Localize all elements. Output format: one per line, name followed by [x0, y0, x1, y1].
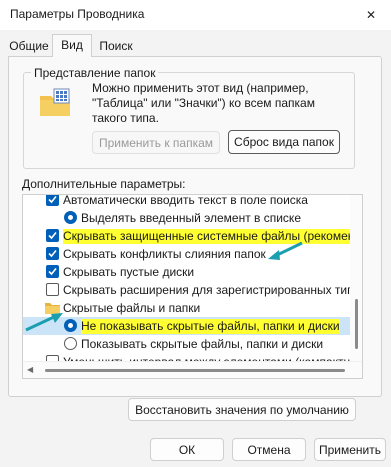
window-title: Параметры Проводника: [10, 7, 145, 21]
cancel-button[interactable]: Отмена: [232, 438, 306, 461]
checkbox-icon[interactable]: [46, 247, 59, 260]
apply-label: Применить: [318, 442, 381, 457]
tree-row-label: Скрытые файлы и папки: [63, 301, 201, 315]
tab-search[interactable]: Поиск: [95, 36, 137, 56]
tree-row-label: Показывать скрытые файлы, папки и диски: [81, 337, 324, 351]
ok-button[interactable]: ОК: [150, 438, 224, 461]
close-button[interactable]: ✕: [351, 0, 391, 30]
apply-to-folders-label: Применить к папкам: [98, 135, 214, 150]
checkbox-icon[interactable]: [46, 229, 59, 242]
close-icon: ✕: [365, 8, 377, 22]
annotation-arrow-icon: [25, 313, 63, 332]
radio-icon[interactable]: [64, 337, 77, 350]
tab-view-label: Вид: [61, 38, 83, 52]
tree-row-dont-show-hidden[interactable]: Не показывать скрытые файлы, папки и дис…: [23, 317, 350, 335]
folder-views-description: Можно применить этот вид (например, "Таб…: [92, 81, 315, 125]
tab-general-label: Общие: [9, 39, 49, 53]
reset-folders-button[interactable]: Сброс вида папок: [228, 130, 340, 154]
radio-icon[interactable]: [64, 211, 77, 224]
tree-row-label: Скрывать конфликты слияния папок: [63, 247, 266, 261]
tree-row-label: Выделять введенный элемент в списке: [81, 211, 301, 225]
scroll-left-arrow-icon[interactable]: ◀: [27, 365, 33, 374]
checkbox-icon[interactable]: [46, 195, 59, 206]
title-bar: Параметры Проводника ✕: [0, 0, 391, 30]
tree-row-label: Автоматически вводить текст в поле поиск…: [63, 194, 308, 207]
tree-row-label: Скрывать защищенные системные файлы (рек…: [63, 229, 355, 244]
apply-button[interactable]: Применить: [314, 438, 386, 461]
folder-views-group-label: Представление папок: [31, 66, 159, 80]
tab-view[interactable]: Вид: [52, 34, 92, 57]
cancel-label: Отмена: [247, 442, 291, 457]
annotation-arrow-icon: [268, 241, 303, 260]
ok-label: ОК: [178, 442, 196, 457]
tree-row-label: Скрывать расширения для зарегистрированн…: [63, 283, 361, 297]
horizontal-scroll-thumb[interactable]: [45, 369, 345, 372]
vertical-scroll-thumb[interactable]: [355, 299, 358, 349]
apply-to-folders-button[interactable]: Применить к папкам: [92, 131, 220, 154]
vertical-scrollbar[interactable]: [350, 195, 362, 361]
advanced-settings-tree[interactable]: Автоматически вводить текст в поле поиск…: [22, 194, 363, 379]
horizontal-scrollbar[interactable]: ◀: [23, 361, 362, 378]
tree-row-label: Не показывать скрытые файлы, папки и дис…: [81, 319, 340, 334]
tab-general[interactable]: Общие: [8, 36, 50, 56]
reset-folders-label: Сброс вида папок: [234, 135, 334, 149]
folder-views-icon: [40, 88, 70, 116]
advanced-settings-label: Дополнительные параметры:: [22, 177, 186, 191]
restore-defaults-button[interactable]: Восстановить значения по умолчанию: [128, 398, 356, 421]
checkbox-icon[interactable]: [46, 283, 59, 296]
restore-defaults-label: Восстановить значения по умолчанию: [135, 402, 349, 417]
checkbox-icon[interactable]: [46, 265, 59, 278]
tab-search-label: Поиск: [99, 39, 133, 53]
tree-row-label: Скрывать пустые диски: [63, 265, 195, 279]
